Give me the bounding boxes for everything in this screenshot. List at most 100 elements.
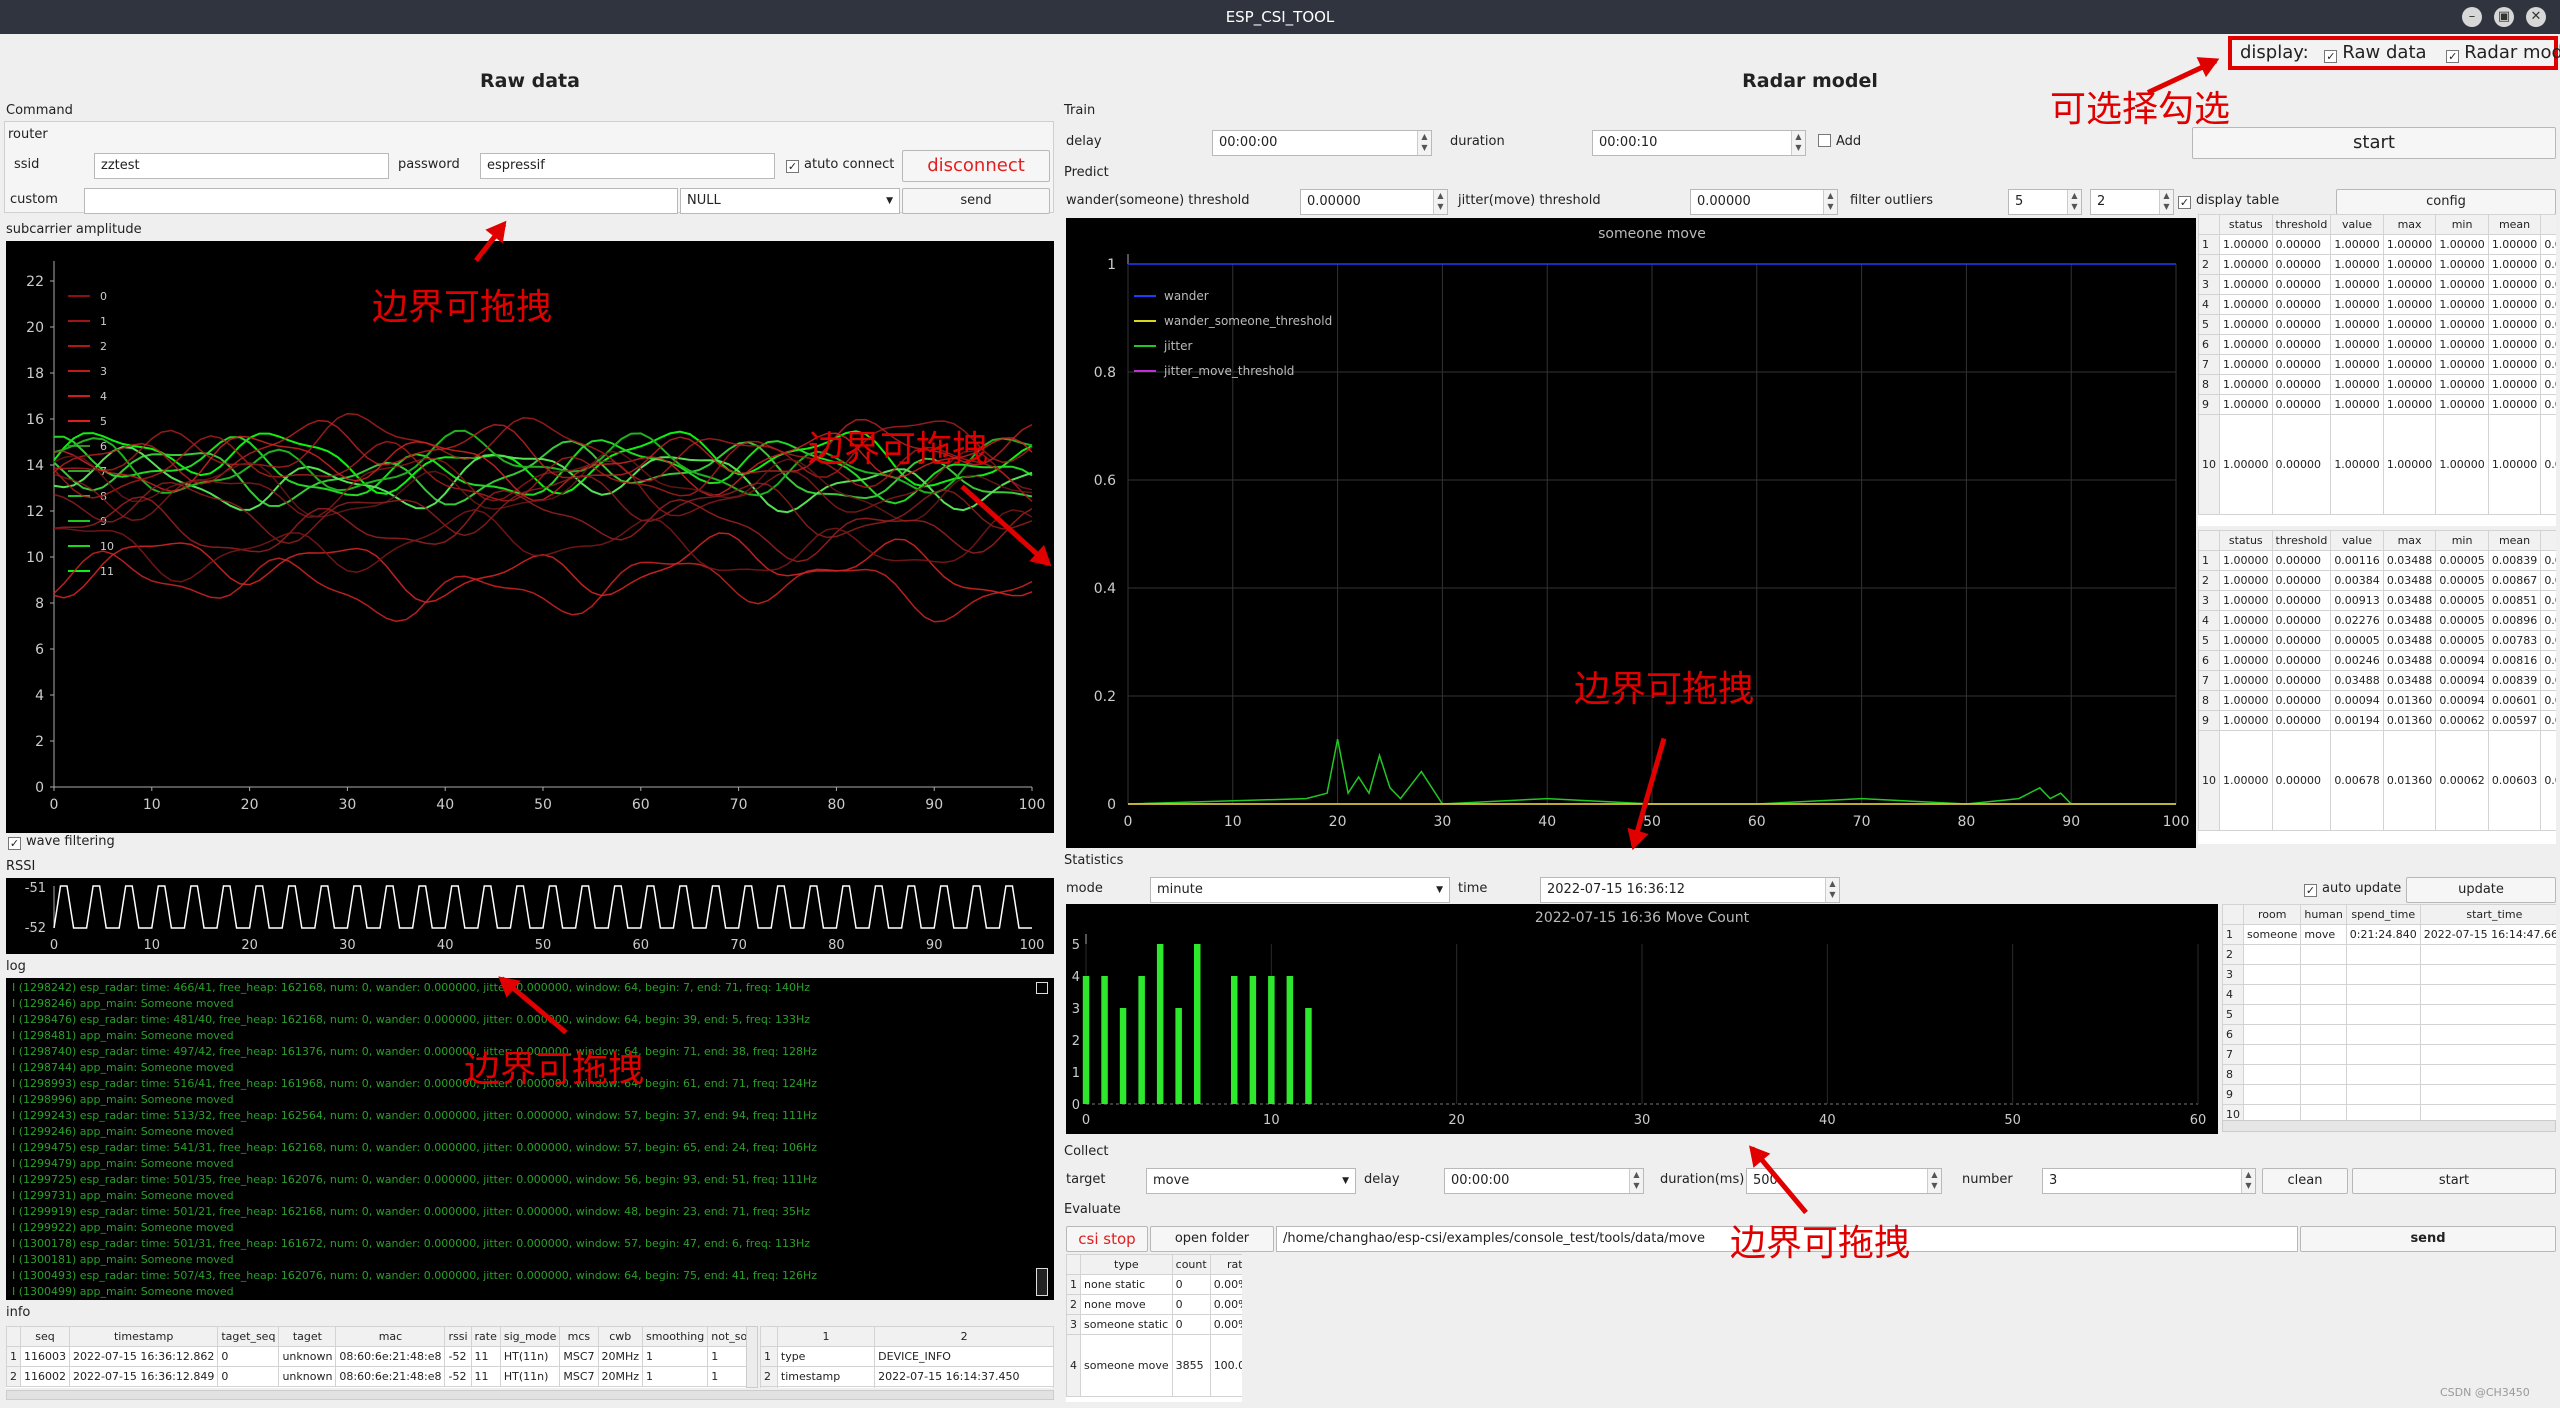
table-row[interactable]: 9 1.00000 0.00000 0.00194 0.01360 0.00062 0.00… bbox=[2198, 710, 2556, 731]
table-cell[interactable]: 0.00000 bbox=[2271, 294, 2332, 315]
table-cell[interactable]: 1 bbox=[2198, 234, 2220, 255]
table-cell[interactable]: 0.00000 bbox=[2271, 550, 2332, 571]
table-header[interactable] bbox=[2222, 904, 2244, 925]
table-row[interactable]: 2 1.00000 0.00000 1.00000 1.00000 1.00000 1.00… bbox=[2198, 254, 2556, 275]
filter-b-spinner[interactable]: ▲ ▼ bbox=[2159, 190, 2173, 214]
table-cell[interactable]: 0.00094 bbox=[2435, 690, 2489, 711]
table-cell[interactable]: 0.00431 bbox=[2540, 710, 2556, 731]
table-cell[interactable]: 0.00246 bbox=[2330, 650, 2384, 671]
table-cell[interactable]: 1.00000 bbox=[2219, 670, 2273, 691]
table-cell[interactable] bbox=[2242, 984, 2302, 1005]
table-cell[interactable]: DEVICE_INFO bbox=[874, 1346, 1054, 1367]
table-cell[interactable]: 6 bbox=[2198, 334, 2220, 355]
table-cell[interactable]: HT(11n) bbox=[499, 1366, 561, 1387]
duration-input[interactable]: 00:00:10 ▲ ▼ bbox=[1592, 130, 1806, 156]
table-cell[interactable]: 0.00603 bbox=[2487, 730, 2542, 831]
table-cell[interactable]: 0.00000 bbox=[2540, 254, 2556, 275]
table-cell[interactable]: 1.00000 bbox=[2487, 394, 2542, 415]
table-header[interactable]: not_sounding bbox=[707, 1326, 746, 1347]
table-cell[interactable]: 1.00000 bbox=[2487, 374, 2542, 395]
table-cell[interactable]: 0.00062 bbox=[2435, 710, 2489, 731]
disconnect-button[interactable]: disconnect bbox=[902, 150, 1050, 182]
custom-command-select[interactable]: NULL ▼ bbox=[680, 188, 900, 214]
table-cell[interactable]: 0.00999 bbox=[2540, 630, 2556, 651]
table-row[interactable]: 8 1.00000 0.00000 0.00094 0.01360 0.00094 0.00… bbox=[2198, 690, 2556, 711]
table-cell[interactable]: 1.00000 bbox=[2382, 294, 2437, 315]
table-cell[interactable]: 1.00000 bbox=[2382, 414, 2437, 515]
table-cell[interactable]: 1.00000 bbox=[2219, 254, 2273, 275]
table-cell[interactable] bbox=[2419, 944, 2556, 965]
table-cell[interactable]: timestamp bbox=[776, 1366, 876, 1387]
table-cell[interactable]: 0.00601 bbox=[2487, 690, 2542, 711]
table-cell[interactable]: 0.00978 bbox=[2540, 650, 2556, 671]
table-header[interactable]: spend_time bbox=[2345, 904, 2421, 925]
table-header[interactable]: status bbox=[2219, 530, 2273, 551]
table-row[interactable]: 5 1.00000 0.00000 1.00000 1.00000 1.00000 1.00… bbox=[2198, 314, 2556, 335]
table-cell[interactable]: 1.00000 bbox=[2435, 354, 2489, 375]
table-cell[interactable]: 1.00000 bbox=[2382, 314, 2437, 335]
table-cell[interactable]: 1.00000 bbox=[2219, 274, 2273, 295]
table-cell[interactable] bbox=[2300, 964, 2347, 985]
table-header[interactable]: start_time bbox=[2419, 904, 2556, 925]
table-cell[interactable]: 0.00000 bbox=[2271, 274, 2332, 295]
table-header[interactable]: std bbox=[2540, 214, 2556, 235]
table-row[interactable]: 1 1.00000 0.00000 0.00116 0.03488 0.00005 0.00… bbox=[2198, 550, 2556, 571]
radar-mode-checkbox[interactable]: ✓ bbox=[2446, 50, 2460, 63]
table-cell[interactable]: 0.03488 bbox=[2382, 570, 2437, 591]
table-cell[interactable]: 1.00000 bbox=[2330, 374, 2384, 395]
table-header[interactable] bbox=[6, 1326, 21, 1347]
table-cell[interactable]: 10 bbox=[2222, 1104, 2244, 1120]
display-table-toggle[interactable]: ✓ display table bbox=[2178, 189, 2279, 213]
table-cell[interactable]: 0.03488 bbox=[2382, 610, 2437, 631]
table-cell[interactable]: 0.00000 bbox=[2540, 414, 2556, 515]
table-header[interactable]: mcs bbox=[559, 1326, 599, 1347]
table-cell[interactable]: 0.00000 bbox=[2271, 590, 2332, 611]
table-cell[interactable]: 3 bbox=[760, 1386, 778, 1388]
table-cell[interactable]: 0.00000 bbox=[2271, 570, 2332, 591]
table-cell[interactable]: 0 bbox=[1171, 1294, 1211, 1315]
table-cell[interactable]: 1.00000 bbox=[2382, 334, 2437, 355]
table-header[interactable] bbox=[2198, 530, 2220, 551]
table-cell[interactable]: 0.00% bbox=[1209, 1314, 1242, 1335]
table-header[interactable]: human bbox=[2300, 904, 2347, 925]
table-cell[interactable] bbox=[2242, 1024, 2302, 1045]
someone-move-chart[interactable]: someone move 1 0.8 0.6 0.4 0.2 0 0 10 20 30 40 50 60 7… bbox=[1066, 218, 2196, 848]
table-cell[interactable] bbox=[2419, 1104, 2556, 1120]
table-cell[interactable]: 0.03488 bbox=[2382, 650, 2437, 671]
maximize-button[interactable]: ▣ bbox=[2494, 7, 2514, 27]
table-cell[interactable]: MSC7 bbox=[559, 1366, 599, 1387]
table-row[interactable]: 1 someone move 0:21:24.840 2022-07-15 16:14:… bbox=[2222, 924, 2556, 945]
table-cell[interactable]: someone bbox=[2242, 924, 2302, 945]
table-row[interactable]: 10 bbox=[2222, 1104, 2556, 1120]
room-table-container[interactable]: roomhumanspend_timestart_times1someonemo… bbox=[2222, 904, 2556, 1120]
table-cell[interactable]: 1.00000 bbox=[2219, 550, 2273, 571]
table-cell[interactable]: 1 bbox=[2222, 924, 2244, 945]
table-cell[interactable]: none move bbox=[1080, 1294, 1173, 1315]
table-cell[interactable]: 2 bbox=[6, 1366, 21, 1387]
table-cell[interactable]: 1.00000 bbox=[2435, 234, 2489, 255]
table-cell[interactable]: 0.00094 bbox=[2330, 690, 2384, 711]
table-cell[interactable]: 0.00839 bbox=[2487, 550, 2542, 571]
table-header[interactable]: taget bbox=[278, 1326, 337, 1347]
table-cell[interactable]: 0.00005 bbox=[2435, 570, 2489, 591]
table-cell[interactable]: -52 bbox=[444, 1346, 472, 1367]
collect-start-button[interactable]: start bbox=[2352, 1168, 2556, 1194]
table-header[interactable]: 2 bbox=[874, 1326, 1054, 1347]
table-cell[interactable] bbox=[2242, 1064, 2302, 1085]
table-cell[interactable]: 1.00000 bbox=[2219, 314, 2273, 335]
table-cell[interactable]: 0.00000 bbox=[2271, 730, 2332, 831]
table-cell[interactable]: 0.00000 bbox=[2271, 414, 2332, 515]
table-cell[interactable]: 0.00000 bbox=[2540, 314, 2556, 335]
table-cell[interactable]: 0.01093 bbox=[2540, 610, 2556, 631]
table-cell[interactable]: 3 bbox=[2222, 964, 2244, 985]
table-row[interactable]: 3 1.00000 0.00000 0.00913 0.03488 0.00005 0.00… bbox=[2198, 590, 2556, 611]
log-scrollbar[interactable] bbox=[1036, 1268, 1048, 1296]
table-cell[interactable]: 1.00000 bbox=[2487, 334, 2542, 355]
table-cell[interactable] bbox=[2300, 944, 2347, 965]
table-cell[interactable]: 6 bbox=[2222, 1024, 2244, 1045]
table-row[interactable]: 5 1.00000 0.00000 0.00005 0.03488 0.00005 0.00… bbox=[2198, 630, 2556, 651]
table-cell[interactable]: 1.00000 bbox=[2382, 234, 2437, 255]
table-header[interactable]: value bbox=[2330, 530, 2384, 551]
table-cell[interactable]: 1.00000 bbox=[2487, 354, 2542, 375]
table-cell[interactable]: 0.03488 bbox=[2382, 590, 2437, 611]
